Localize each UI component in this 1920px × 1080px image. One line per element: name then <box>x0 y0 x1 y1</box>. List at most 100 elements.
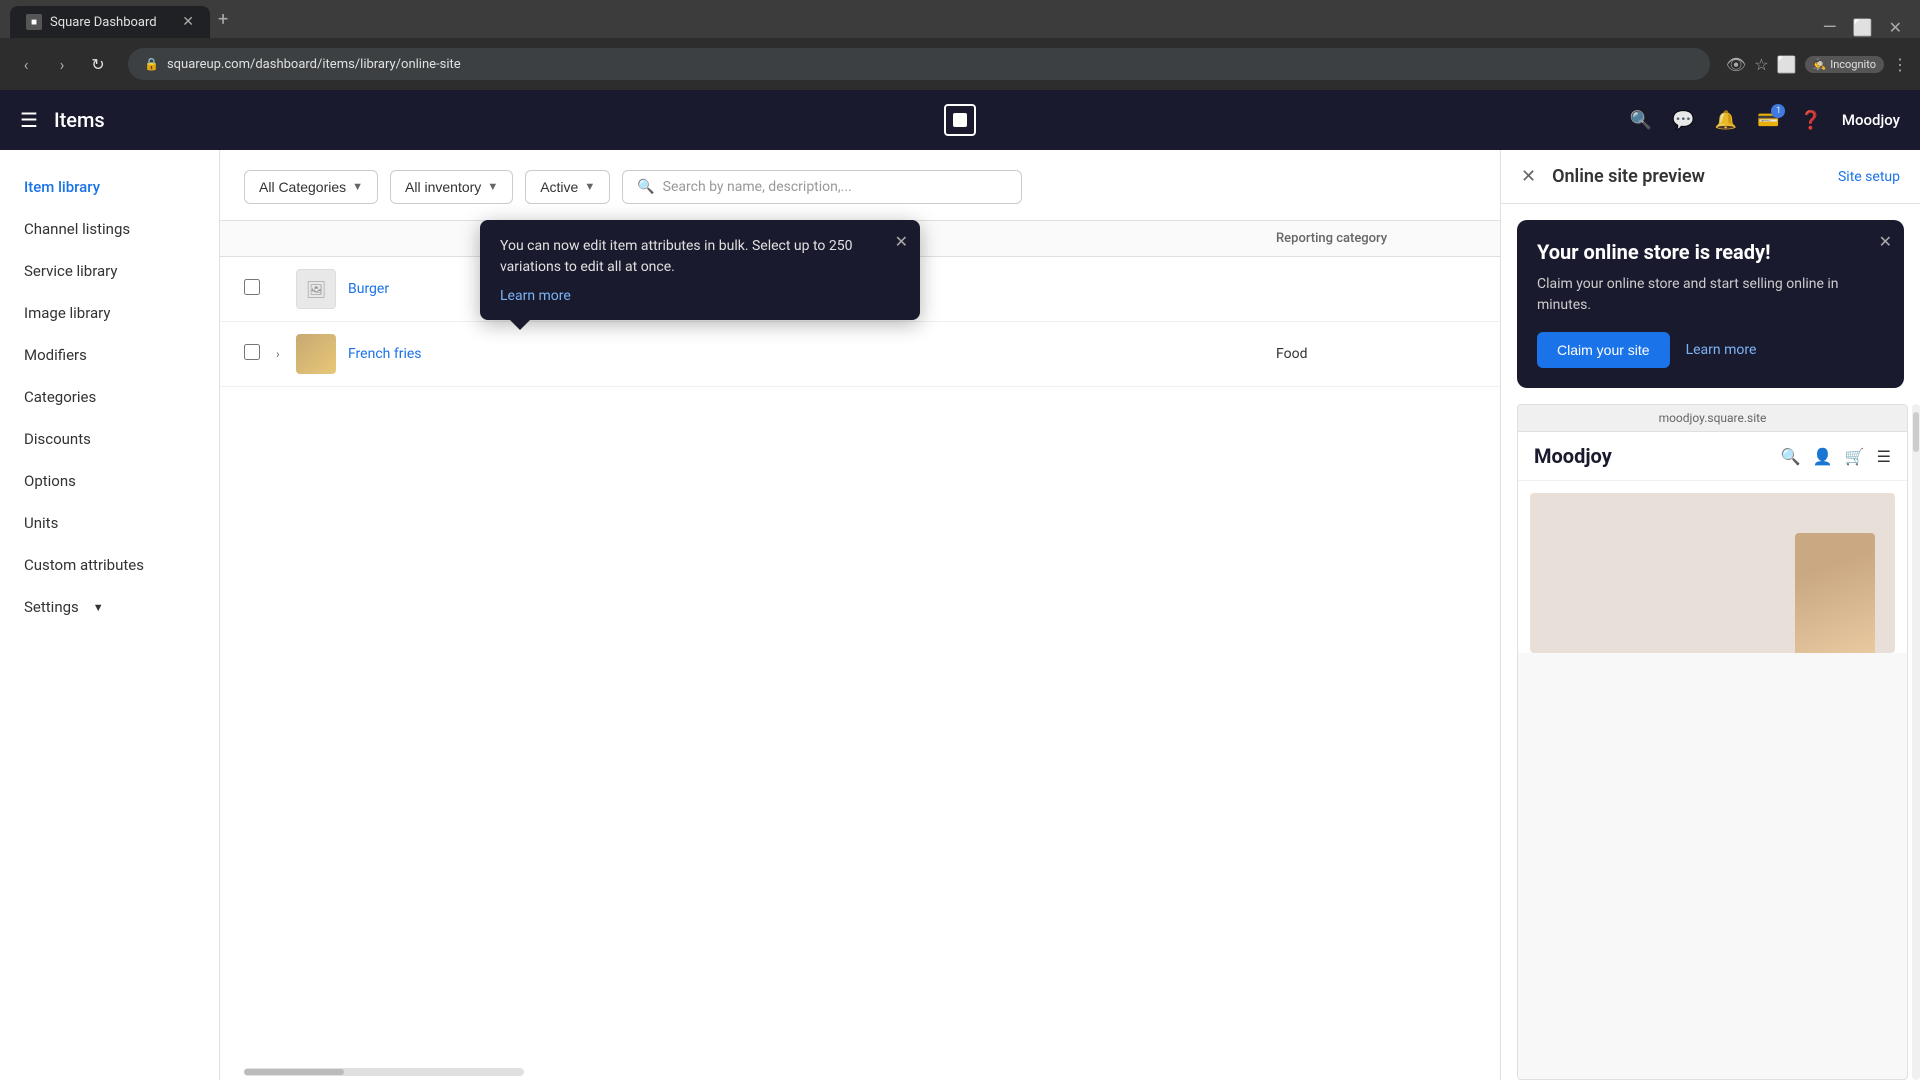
row-expand-fries[interactable]: › <box>276 347 296 361</box>
sidebar-item-categories[interactable]: Categories <box>0 376 219 418</box>
categories-chevron-icon: ▼ <box>352 181 363 193</box>
preview-cart-icon: 🛒 <box>1845 447 1865 466</box>
sidebar-label-modifiers: Modifiers <box>24 346 87 364</box>
preview-header: Moodjoy 🔍 👤 🛒 ☰ <box>1518 432 1907 481</box>
incognito-icon: 🕵 <box>1813 58 1827 71</box>
sidebar-item-channel-listings[interactable]: Channel listings <box>0 208 219 250</box>
sidebar-item-settings[interactable]: Settings ▼ <box>0 586 219 628</box>
sidebar-item-modifiers[interactable]: Modifiers <box>0 334 219 376</box>
more-icon[interactable]: ⋮ <box>1892 55 1908 74</box>
right-panel-header: ✕ Online site preview Site setup <box>1501 150 1920 204</box>
active-chevron-icon: ▼ <box>584 181 595 193</box>
sidebar-item-service-library[interactable]: Service library <box>0 250 219 292</box>
minimize-btn[interactable]: — <box>1823 17 1837 38</box>
new-tab-btn[interactable]: + <box>210 5 236 34</box>
search-nav-icon[interactable]: 🔍 <box>1630 110 1652 131</box>
store-card-close-btn[interactable]: ✕ <box>1879 232 1892 251</box>
tooltip-text: You can now edit item attributes in bulk… <box>500 236 900 278</box>
sidebar-label-item-library: Item library <box>24 178 100 196</box>
checkbox-burger[interactable] <box>244 279 260 295</box>
preview-user-icon: 👤 <box>1813 447 1833 466</box>
preview-hero-image <box>1795 533 1875 653</box>
image-placeholder-icon: 🖼 <box>306 280 326 299</box>
preview-area: moodjoy.square.site Moodjoy 🔍 👤 🛒 ☰ <box>1517 404 1908 1080</box>
filter-categories-label: All Categories <box>259 179 346 195</box>
store-card-actions: Claim your site Learn more <box>1537 332 1884 368</box>
tab-close-btn[interactable]: ✕ <box>182 14 194 30</box>
bell-nav-icon[interactable]: 🔔 <box>1715 110 1737 131</box>
search-box[interactable]: 🔍 Search by name, description,... <box>622 170 1022 204</box>
incognito-badge: 🕵 Incognito <box>1805 56 1885 73</box>
store-learn-more-link[interactable]: Learn more <box>1686 342 1757 358</box>
sidebar-item-discounts[interactable]: Discounts <box>0 418 219 460</box>
filter-active-btn[interactable]: Active ▼ <box>525 170 610 204</box>
restore-btn[interactable]: ⬜ <box>1853 18 1873 37</box>
vertical-scrollbar[interactable] <box>1912 404 1920 1080</box>
sidebar-label-units: Units <box>24 514 58 532</box>
right-panel: ✕ Online site preview Site setup ✕ Your … <box>1500 150 1920 1080</box>
store-card-description: Claim your online store and start sellin… <box>1537 274 1884 316</box>
filter-inventory-btn[interactable]: All inventory ▼ <box>390 170 513 204</box>
row-name-fries[interactable]: French fries <box>348 346 1276 362</box>
address-bar[interactable]: 🔒 squareup.com/dashboard/items/library/o… <box>128 48 1710 80</box>
sidebar-label-settings: Settings <box>24 598 79 616</box>
top-nav: ☰ Items 🔍 💬 🔔 💳 1 ❓ Moodjoy <box>0 90 1920 150</box>
incognito-label: Incognito <box>1830 58 1876 71</box>
eye-slash-icon[interactable]: 👁 <box>1726 55 1746 74</box>
toolbar: All Categories ▼ All inventory ▼ Active … <box>220 150 1500 221</box>
extensions-icon[interactable]: ⬜ <box>1777 55 1797 74</box>
horizontal-scrollbar[interactable] <box>244 1068 524 1076</box>
preview-store-name: Moodjoy <box>1534 444 1612 468</box>
forward-btn[interactable]: › <box>48 50 76 78</box>
user-name[interactable]: Moodjoy <box>1842 111 1900 129</box>
help-nav-icon[interactable]: ❓ <box>1799 110 1821 131</box>
row-image-fries <box>296 334 336 374</box>
sidebar-item-custom-attributes[interactable]: Custom attributes <box>0 544 219 586</box>
inventory-chevron-icon: ▼ <box>487 181 498 193</box>
settings-chevron-icon: ▼ <box>93 601 104 614</box>
search-icon: 🔍 <box>637 179 654 195</box>
filter-active-label: Active <box>540 179 578 195</box>
tooltip-close-btn[interactable]: ✕ <box>895 232 908 251</box>
sidebar-item-item-library[interactable]: Item library <box>0 166 219 208</box>
store-card-title: Your online store is ready! <box>1537 240 1884 264</box>
right-panel-close-btn[interactable]: ✕ <box>1521 166 1536 187</box>
card-nav-icon[interactable]: 💳 1 <box>1757 110 1779 131</box>
sidebar-label-discounts: Discounts <box>24 430 91 448</box>
claim-site-btn[interactable]: Claim your site <box>1537 332 1670 368</box>
address-text: squareup.com/dashboard/items/library/onl… <box>167 57 461 72</box>
sidebar-item-options[interactable]: Options <box>0 460 219 502</box>
active-tab[interactable]: ■ Square Dashboard ✕ <box>10 6 210 38</box>
site-setup-link[interactable]: Site setup <box>1838 169 1900 185</box>
row-checkbox-burger[interactable] <box>244 279 268 299</box>
search-placeholder: Search by name, description,... <box>663 179 852 195</box>
row-image-burger: 🖼 <box>296 269 336 309</box>
sidebar-label-service-library: Service library <box>24 262 118 280</box>
checkbox-fries[interactable] <box>244 344 260 360</box>
hamburger-icon[interactable]: ☰ <box>20 108 38 132</box>
table-header-category: Reporting category <box>1276 231 1476 246</box>
star-icon[interactable]: ☆ <box>1754 55 1768 74</box>
store-ready-card: ✕ Your online store is ready! Claim your… <box>1517 220 1904 388</box>
tooltip-learn-more-link[interactable]: Learn more <box>500 288 900 304</box>
sidebar-label-channel-listings: Channel listings <box>24 220 130 238</box>
row-cat-fries: Food <box>1276 346 1476 362</box>
chat-nav-icon[interactable]: 💬 <box>1672 110 1694 131</box>
nav-right: 🔍 💬 🔔 💳 1 ❓ Moodjoy <box>1630 110 1900 131</box>
filter-categories-btn[interactable]: All Categories ▼ <box>244 170 378 204</box>
close-btn[interactable]: ✕ <box>1889 18 1902 37</box>
nav-logo <box>944 104 976 136</box>
sidebar-item-image-library[interactable]: Image library <box>0 292 219 334</box>
filter-inventory-label: All inventory <box>405 179 481 195</box>
sidebar-item-units[interactable]: Units <box>0 502 219 544</box>
browser-tabs: ■ Square Dashboard ✕ + — ⬜ ✕ <box>0 0 1920 38</box>
refresh-btn[interactable]: ↻ <box>84 50 112 78</box>
preview-wrapper: moodjoy.square.site Moodjoy 🔍 👤 🛒 ☰ <box>1517 404 1920 1080</box>
preview-search-icon: 🔍 <box>1781 447 1801 466</box>
preview-content: Moodjoy 🔍 👤 🛒 ☰ <box>1518 432 1907 653</box>
back-btn[interactable]: ‹ <box>12 50 40 78</box>
square-logo-icon <box>944 104 976 136</box>
row-checkbox-fries[interactable] <box>244 344 268 364</box>
sidebar-label-options: Options <box>24 472 76 490</box>
tab-title: Square Dashboard <box>50 15 157 30</box>
